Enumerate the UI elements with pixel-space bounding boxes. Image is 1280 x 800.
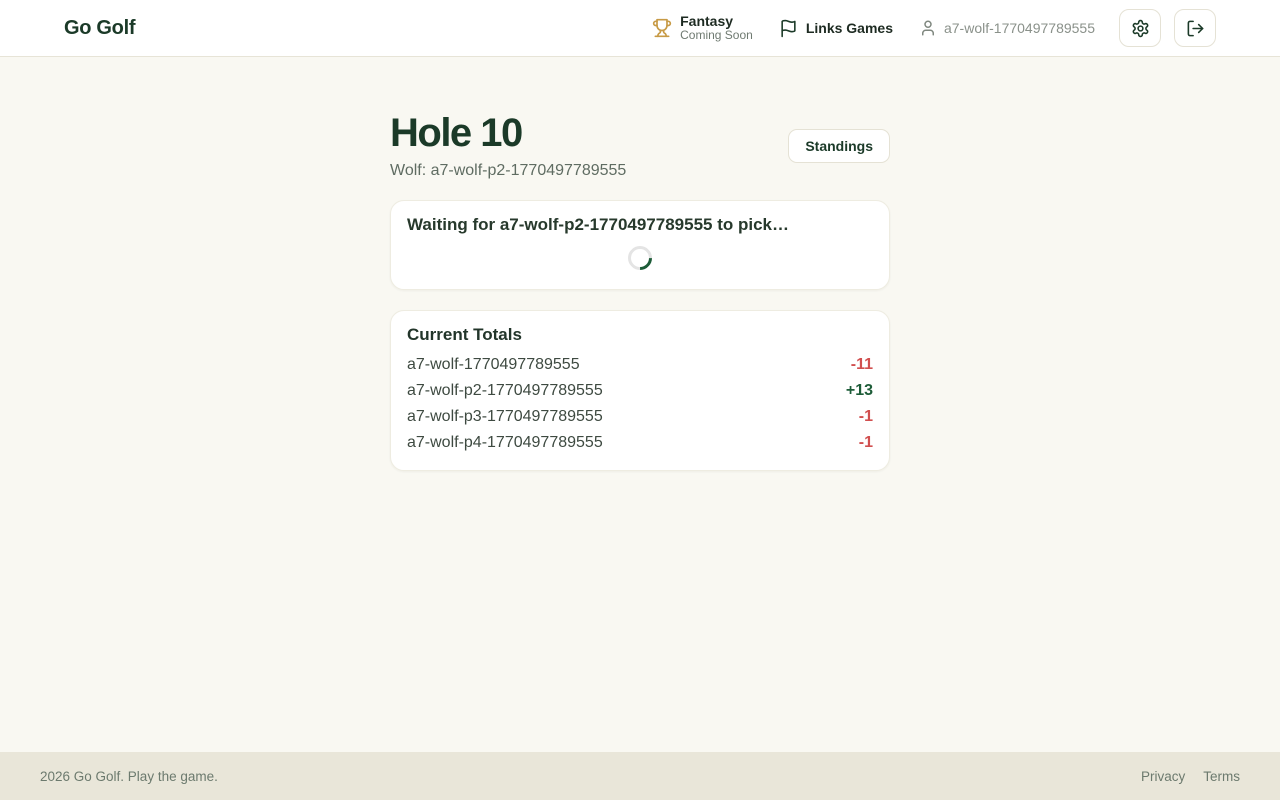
user-chip: a7-wolf-1770497789555	[919, 19, 1095, 37]
gear-icon	[1131, 19, 1150, 38]
totals-row: a7-wolf-p4-1770497789555 -1	[407, 430, 873, 456]
links-games-label: Links Games	[806, 20, 893, 36]
settings-button[interactable]	[1119, 9, 1161, 47]
totals-title: Current Totals	[407, 325, 873, 345]
player-score: +13	[846, 378, 873, 404]
username: a7-wolf-1770497789555	[944, 20, 1095, 36]
fantasy-labels: Fantasy Coming Soon	[680, 13, 753, 43]
page-title: Hole 10	[390, 111, 626, 155]
trophy-icon	[652, 18, 672, 38]
loading-spinner-icon	[623, 241, 657, 275]
totals-row: a7-wolf-1770497789555 -11	[407, 352, 873, 378]
fantasy-sublabel: Coming Soon	[680, 29, 753, 43]
logout-icon	[1186, 19, 1205, 38]
logout-button[interactable]	[1174, 9, 1216, 47]
page-head-text: Hole 10 Wolf: a7-wolf-p2-1770497789555	[390, 111, 626, 180]
main-content: Hole 10 Wolf: a7-wolf-p2-1770497789555 S…	[390, 57, 890, 752]
player-score: -11	[851, 352, 873, 378]
player-name: a7-wolf-p2-1770497789555	[407, 378, 603, 404]
app-header: Go Golf Fantasy Coming Soon	[0, 0, 1280, 57]
player-name: a7-wolf-p3-1770497789555	[407, 404, 603, 430]
footer-links: Privacy Terms	[1141, 769, 1240, 784]
page-head: Hole 10 Wolf: a7-wolf-p2-1770497789555 S…	[390, 111, 890, 180]
waiting-message: Waiting for a7-wolf-p2-1770497789555 to …	[407, 215, 873, 235]
player-name: a7-wolf-p4-1770497789555	[407, 430, 603, 456]
terms-link[interactable]: Terms	[1203, 769, 1240, 784]
standings-button[interactable]: Standings	[788, 129, 890, 163]
waiting-card: Waiting for a7-wolf-p2-1770497789555 to …	[390, 200, 890, 290]
current-totals-card: Current Totals a7-wolf-1770497789555 -11…	[390, 310, 890, 471]
nav-item-fantasy[interactable]: Fantasy Coming Soon	[652, 13, 753, 43]
person-icon	[919, 19, 937, 37]
nav-item-links-games[interactable]: Links Games	[779, 19, 893, 38]
privacy-link[interactable]: Privacy	[1141, 769, 1185, 784]
wolf-subtitle: Wolf: a7-wolf-p2-1770497789555	[390, 162, 626, 180]
copyright-text: 2026 Go Golf. Play the game.	[40, 769, 218, 784]
app-footer: 2026 Go Golf. Play the game. Privacy Ter…	[0, 752, 1280, 800]
fantasy-label: Fantasy	[680, 13, 753, 29]
player-name: a7-wolf-1770497789555	[407, 352, 580, 378]
player-score: -1	[859, 404, 873, 430]
flag-icon	[779, 19, 798, 38]
totals-row: a7-wolf-p2-1770497789555 +13	[407, 378, 873, 404]
player-score: -1	[859, 430, 873, 456]
header-buttons	[1119, 9, 1216, 47]
totals-row: a7-wolf-p3-1770497789555 -1	[407, 404, 873, 430]
header-nav: Fantasy Coming Soon Links Games a7-wolf-…	[652, 9, 1216, 47]
app-logo[interactable]: Go Golf	[64, 17, 135, 40]
